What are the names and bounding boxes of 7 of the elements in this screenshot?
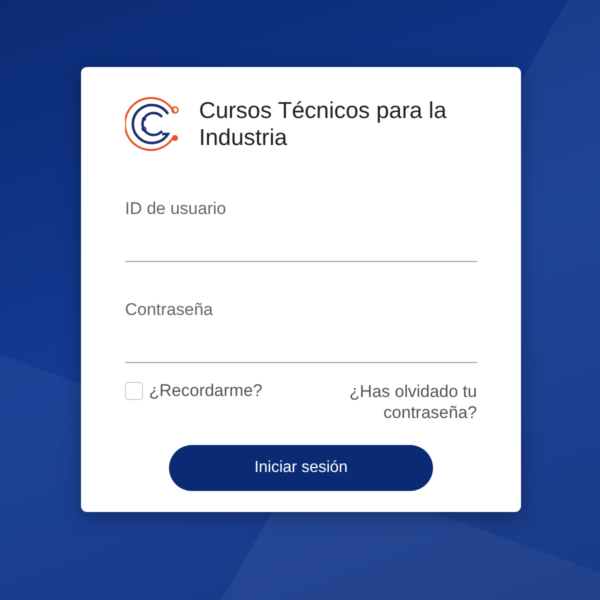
remember-label: ¿Recordarme? — [149, 381, 262, 401]
brand-title: Cursos Técnicos para la Industria — [199, 97, 448, 151]
field-label: ID de usuario — [125, 199, 228, 219]
field-label: Contraseña — [125, 300, 214, 320]
remember-checkbox[interactable] — [125, 382, 143, 400]
forgot-password-link[interactable]: ¿Has olvidado tu contraseña? — [317, 381, 477, 423]
login-button[interactable]: Iniciar sesión — [169, 445, 433, 491]
